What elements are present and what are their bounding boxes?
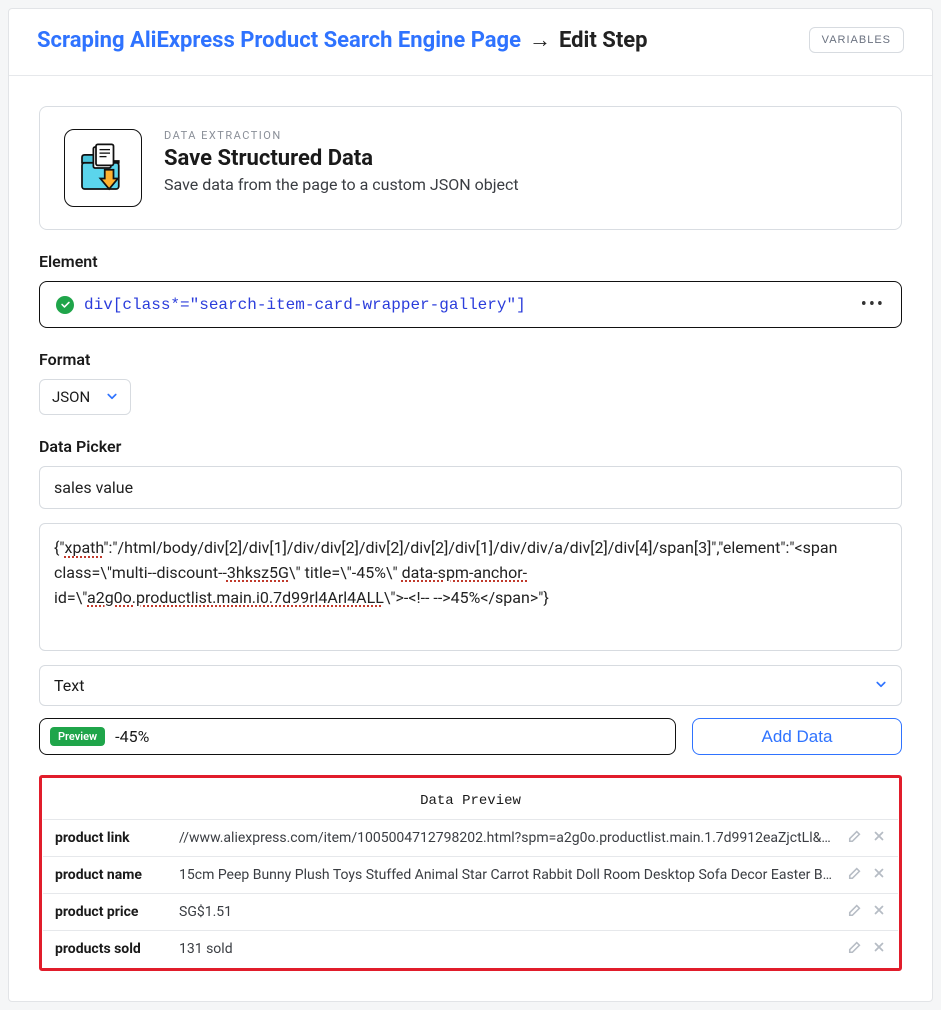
data-preview-key: product price xyxy=(55,904,165,920)
format-value: JSON xyxy=(52,388,90,406)
data-preview-key: product name xyxy=(55,867,165,883)
delete-icon[interactable] xyxy=(872,829,886,847)
card-eyebrow: DATA EXTRACTION xyxy=(164,129,519,142)
extract-type-value: Text xyxy=(54,676,84,695)
edit-icon[interactable] xyxy=(848,903,862,921)
check-circle-icon xyxy=(56,296,74,314)
step-type-card: DATA EXTRACTION Save Structured Data Sav… xyxy=(39,106,902,230)
element-label: Element xyxy=(39,252,902,271)
edit-icon[interactable] xyxy=(848,829,862,847)
data-preview-value: 15cm Peep Bunny Plush Toys Stuffed Anima… xyxy=(179,867,834,883)
card-text: DATA EXTRACTION Save Structured Data Sav… xyxy=(164,129,519,194)
element-selector-field[interactable]: div[class*="search-item-card-wrapper-gal… xyxy=(39,281,902,328)
data-preview-row: product price SG$1.51 xyxy=(43,893,898,930)
more-icon[interactable]: ••• xyxy=(861,294,885,315)
chevron-down-icon xyxy=(106,388,118,406)
data-picker-label: Data Picker xyxy=(39,437,902,456)
edit-step-panel: Scraping AliExpress Product Search Engin… xyxy=(8,8,933,1002)
xpath-textarea[interactable]: {"xpath":"/html/body/div[2]/div[1]/div/d… xyxy=(39,523,902,651)
data-preview-value: 131 sold xyxy=(179,941,834,957)
panel-body: DATA EXTRACTION Save Structured Data Sav… xyxy=(9,76,932,1001)
edit-icon[interactable] xyxy=(848,940,862,958)
save-data-icon xyxy=(64,129,142,207)
chevron-down-icon xyxy=(875,678,887,694)
delete-icon[interactable] xyxy=(872,940,886,958)
data-preview-row: products sold 131 sold xyxy=(43,930,898,967)
format-label: Format xyxy=(39,350,902,369)
add-data-button[interactable]: Add Data xyxy=(692,718,902,755)
data-preview-row: product name 15cm Peep Bunny Plush Toys S… xyxy=(43,856,898,893)
card-title: Save Structured Data xyxy=(164,146,519,171)
preview-row: Preview -45% Add Data xyxy=(39,718,902,755)
panel-header: Scraping AliExpress Product Search Engin… xyxy=(9,9,932,76)
data-preview-key: product link xyxy=(55,830,165,846)
breadcrumb-arrow-icon: → xyxy=(529,27,551,53)
data-preview-key: products sold xyxy=(55,941,165,957)
breadcrumb: Scraping AliExpress Product Search Engin… xyxy=(37,27,648,53)
preview-field[interactable]: Preview -45% xyxy=(39,718,676,755)
data-preview-row: product link //www.aliexpress.com/item/10… xyxy=(43,819,898,856)
edit-icon[interactable] xyxy=(848,866,862,884)
breadcrumb-link[interactable]: Scraping AliExpress Product Search Engin… xyxy=(37,28,521,53)
delete-icon[interactable] xyxy=(872,903,886,921)
extract-type-select[interactable]: Text xyxy=(39,665,902,706)
data-preview-value: SG$1.51 xyxy=(179,904,834,920)
format-select[interactable]: JSON xyxy=(39,379,131,415)
preview-badge: Preview xyxy=(50,727,105,746)
data-preview-value: //www.aliexpress.com/item/10050047127982… xyxy=(179,830,834,846)
data-preview-title: Data Preview xyxy=(43,779,898,819)
delete-icon[interactable] xyxy=(872,866,886,884)
data-name-input[interactable] xyxy=(39,466,902,509)
data-preview-section: Data Preview product link //www.aliexpres… xyxy=(39,775,902,971)
element-selector-text: div[class*="search-item-card-wrapper-gal… xyxy=(84,296,526,314)
card-description: Save data from the page to a custom JSON… xyxy=(164,175,519,194)
preview-value: -45% xyxy=(115,727,149,746)
variables-button[interactable]: VARIABLES xyxy=(809,27,904,53)
breadcrumb-current: Edit Step xyxy=(559,28,648,53)
